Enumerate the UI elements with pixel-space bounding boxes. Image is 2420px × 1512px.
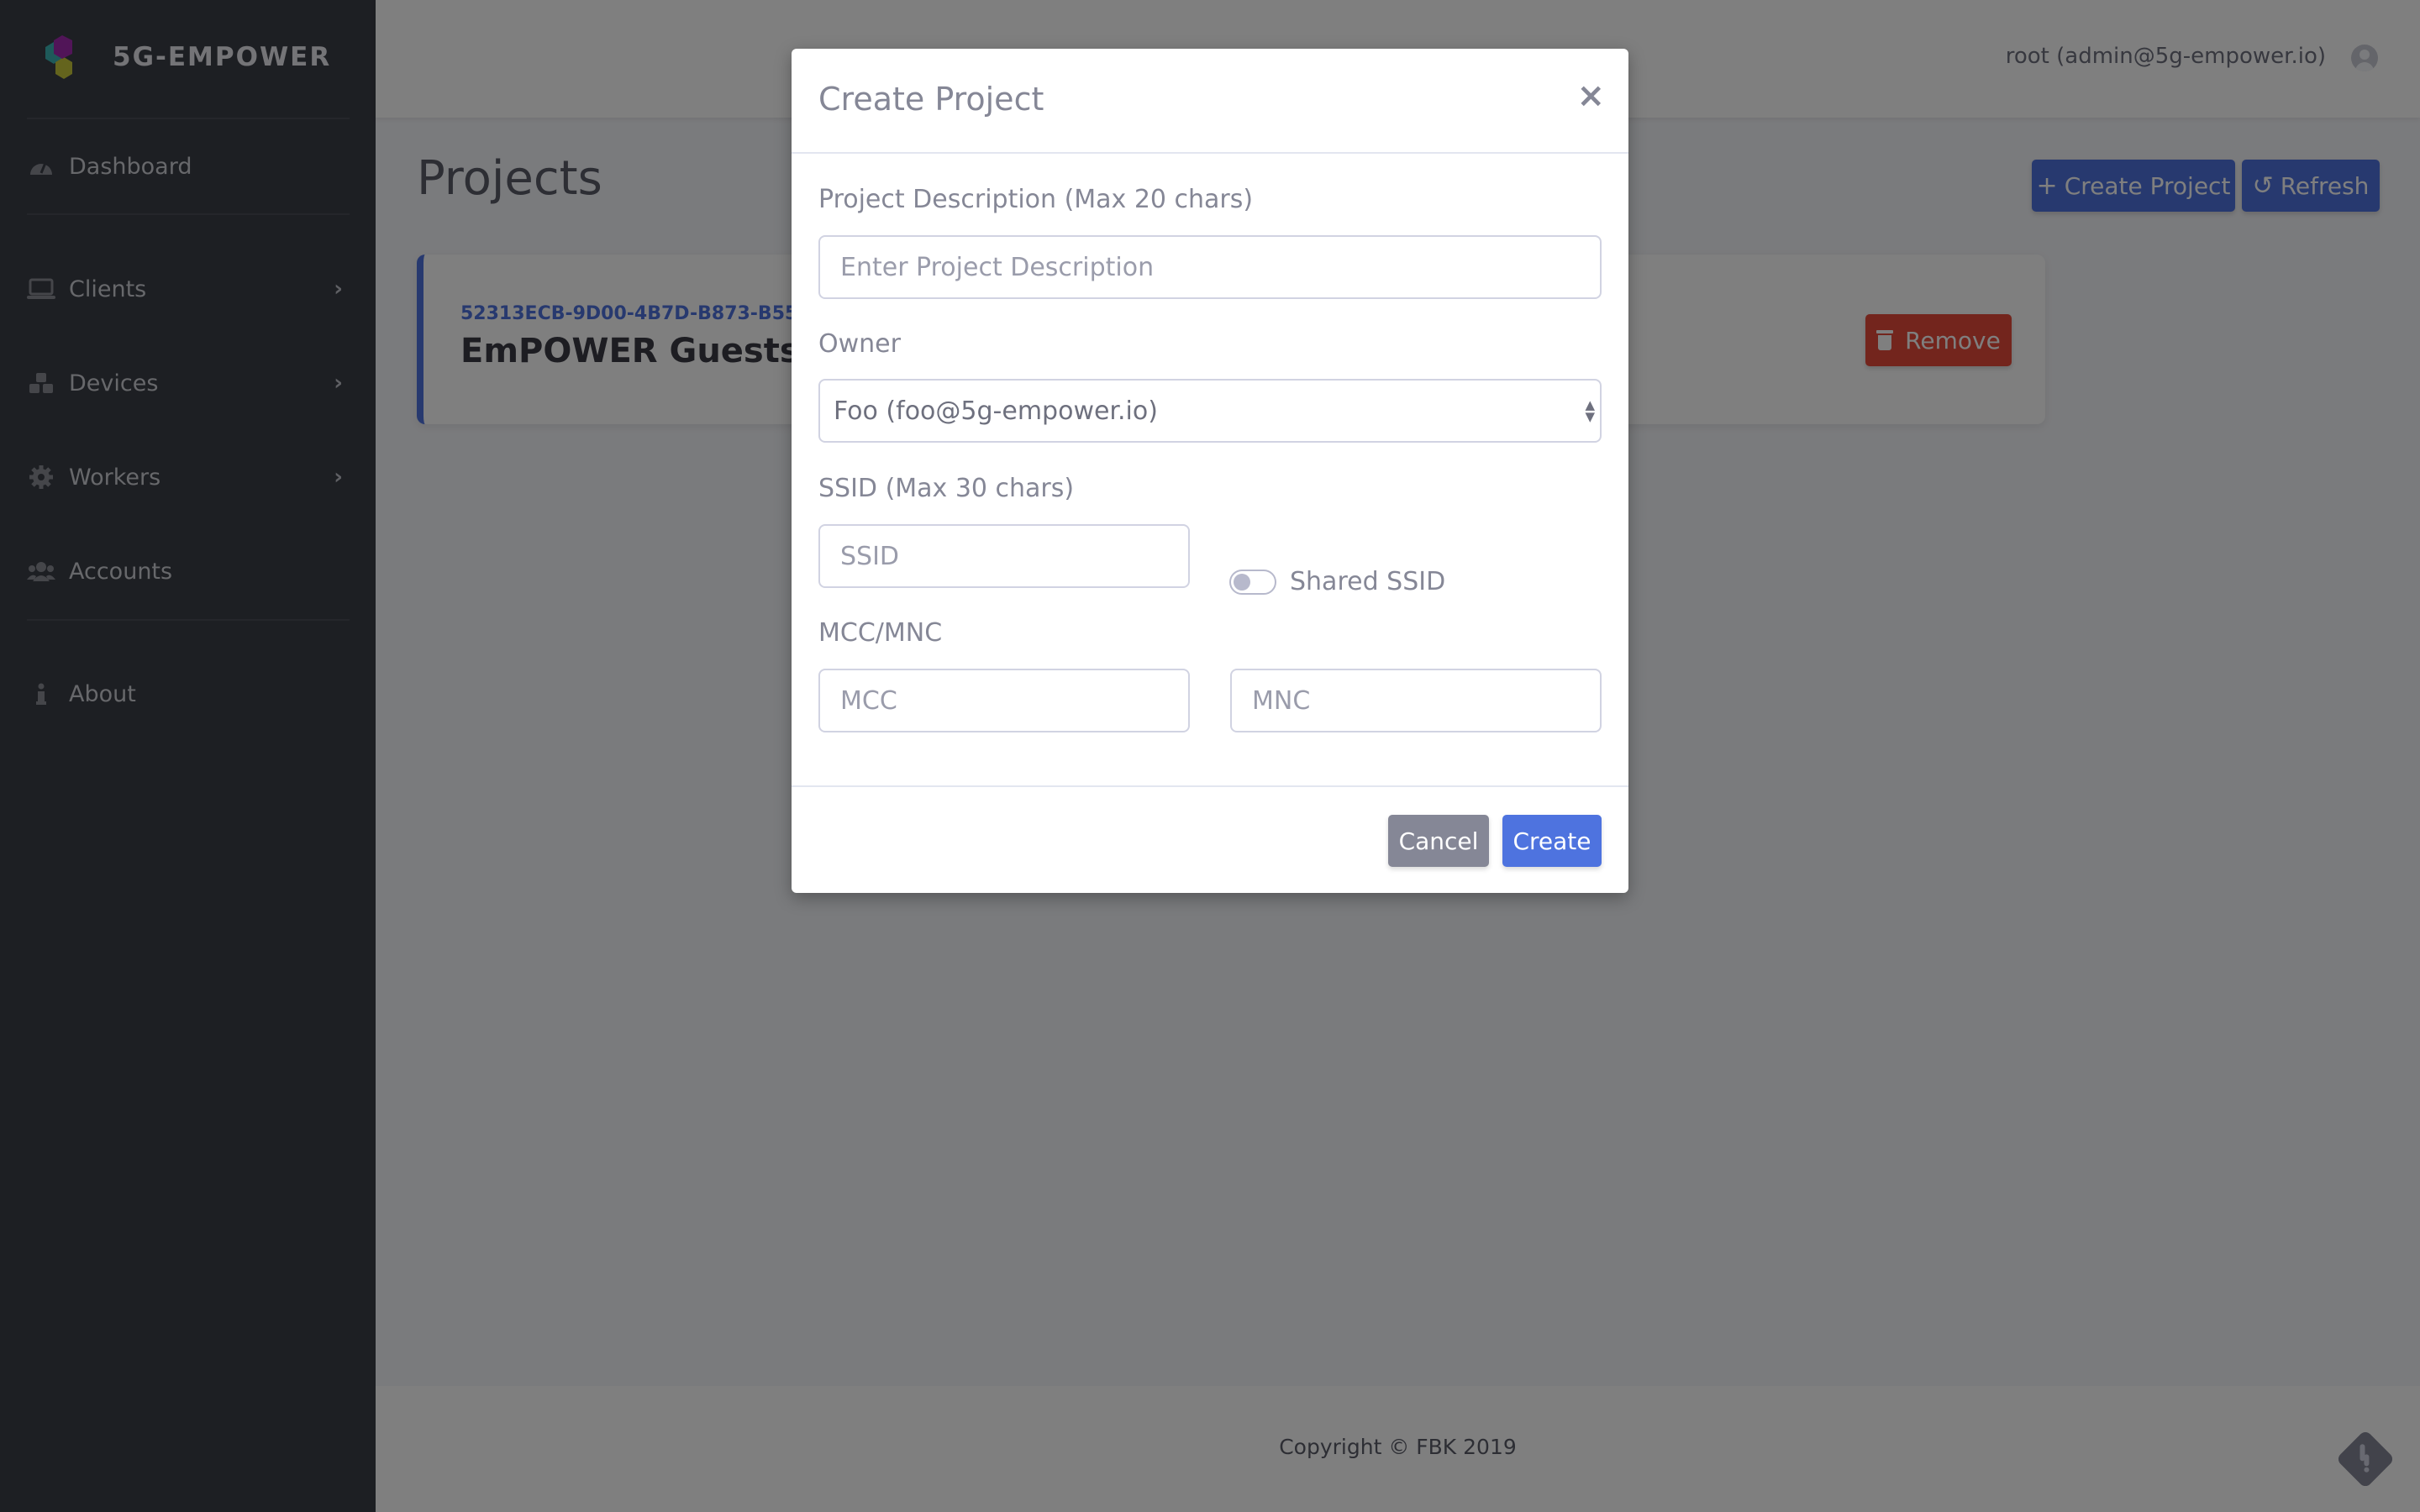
select-arrows-icon: ▲ ▼ — [1585, 397, 1595, 424]
modal-title: Create Project — [818, 81, 1044, 118]
owner-select[interactable]: Foo (foo@5g-empower.io) ▲ ▼ — [818, 379, 1602, 443]
owner-label: Owner — [818, 329, 901, 359]
modal-footer-divider — [792, 785, 1628, 787]
cancel-button[interactable]: Cancel — [1388, 815, 1489, 867]
description-input[interactable] — [818, 235, 1602, 299]
modal-header: Create Project × — [792, 49, 1628, 154]
shared-ssid-toggle[interactable]: Shared SSID — [1229, 567, 1445, 596]
create-project-modal: Create Project × Project Description (Ma… — [792, 49, 1628, 893]
owner-selected-value: Foo (foo@5g-empower.io) — [834, 396, 1158, 426]
ssid-label: SSID (Max 30 chars) — [818, 474, 1075, 503]
description-label: Project Description (Max 20 chars) — [818, 185, 1254, 214]
close-icon[interactable]: × — [1576, 79, 1605, 113]
ssid-input[interactable] — [818, 524, 1190, 588]
mnc-input[interactable] — [1230, 669, 1602, 732]
create-button[interactable]: Create — [1502, 815, 1602, 867]
toggle-switch[interactable] — [1229, 569, 1276, 595]
shared-ssid-label: Shared SSID — [1290, 567, 1446, 596]
mcc-input[interactable] — [818, 669, 1190, 732]
mccmnc-label: MCC/MNC — [818, 618, 943, 648]
